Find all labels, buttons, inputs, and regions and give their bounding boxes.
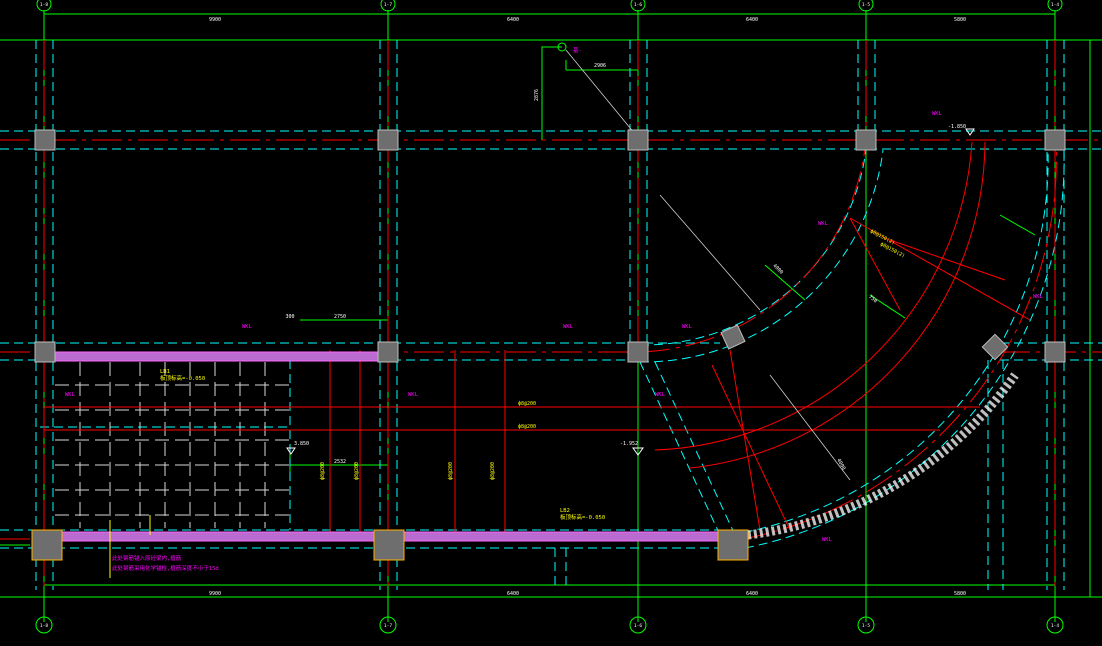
beam-tag[interactable]: WKL (563, 324, 574, 330)
rebar-note[interactable]: ф8@200 (354, 462, 360, 480)
beam-tag[interactable]: WKL (818, 221, 829, 227)
dim-text: 6400 (507, 591, 519, 597)
svg-text:-1.850: -1.850 (948, 124, 966, 130)
dim-text: 6400 (746, 17, 758, 23)
dim-text: 2906 (594, 63, 606, 69)
column (34, 129, 56, 151)
svg-text:3.850: 3.850 (294, 441, 309, 447)
column (855, 129, 877, 151)
beam-tag[interactable]: WKL (932, 111, 943, 117)
beam-tag[interactable]: WKL (65, 392, 76, 398)
column (1044, 341, 1066, 363)
beam-tag[interactable]: WKL (242, 324, 253, 330)
column (627, 341, 649, 363)
grid-bubble-label: 1-7 (384, 623, 392, 629)
beam-tag[interactable]: WKL (655, 392, 666, 398)
grid-bubble-label: 1-7 (384, 2, 392, 8)
dim-text: 2532 (334, 459, 346, 465)
cad-drawing[interactable]: 1-8 1-7 1-6 1-5 1-4 1-8 1-7 1-6 1-5 1-4 … (0, 0, 1102, 646)
dim-text: 6400 (507, 17, 519, 23)
dim-text: 6400 (746, 591, 758, 597)
column (377, 129, 399, 151)
column (717, 529, 749, 561)
column (373, 529, 405, 561)
rebar-note[interactable]: ф8@200 (448, 462, 454, 480)
column (34, 341, 56, 363)
grid-bubble-label: 1-6 (634, 623, 642, 629)
grid-bubble-label: 1-5 (862, 2, 870, 8)
column (627, 129, 649, 151)
dim-text: 5800 (954, 591, 966, 597)
origin-mark: 基- (573, 46, 582, 54)
beam-tag[interactable]: WKL (408, 392, 419, 398)
grid-bubble-label: 1-8 (40, 2, 48, 8)
column (1044, 129, 1066, 151)
rebar-note[interactable]: ф8@200 (320, 462, 326, 480)
rebar-note[interactable]: ф8@200 (518, 401, 536, 407)
general-note-line: 此处钢筋锚入原砼梁内,植筋 (112, 554, 182, 562)
grid-bubble-label: 1-8 (40, 623, 48, 629)
beam-tag[interactable]: WKL (822, 537, 833, 543)
rebar-note[interactable]: ф8@200 (490, 462, 496, 480)
dim-text: 5800 (954, 17, 966, 23)
rebar-note[interactable]: ф8@200 (518, 424, 536, 430)
dim-text: 2750 (334, 314, 346, 320)
grid-bubble-label: 1-4 (1051, 623, 1059, 629)
background (0, 0, 1102, 646)
grid-bubble-label: 1-6 (634, 2, 642, 8)
dim-text: 9900 (209, 17, 221, 23)
column (377, 341, 399, 363)
column (31, 529, 63, 561)
svg-text:-1.952: -1.952 (620, 441, 638, 447)
general-note-line: 此处钢筋采用化学锚栓,植筋深度不小于15d (112, 564, 219, 572)
dim-text: 9900 (209, 591, 221, 597)
dim-text: 2876 (534, 89, 540, 101)
grid-bubble-label: 1-5 (862, 623, 870, 629)
beam-tag[interactable]: WKL (682, 324, 693, 330)
beam-tag[interactable]: WKL (1033, 294, 1044, 300)
dim-text: 300 (285, 314, 294, 320)
grid-bubble-label: 1-4 (1051, 2, 1059, 8)
slab-band-upper (54, 351, 381, 362)
